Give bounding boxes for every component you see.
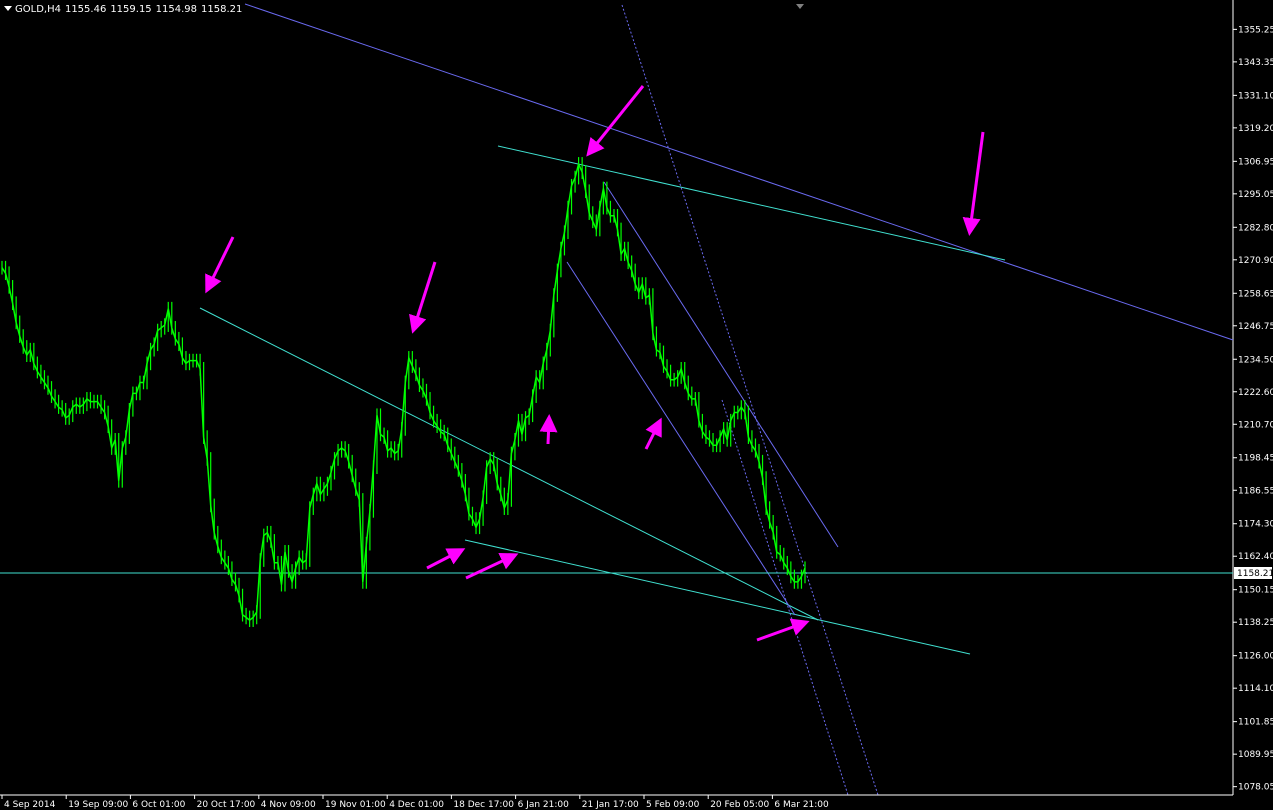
x-tick-label: 20 Oct 17:00 xyxy=(197,800,256,810)
x-tick-label: 20 Feb 05:00 xyxy=(710,800,769,810)
x-tick-label: 6 Oct 01:00 xyxy=(132,800,185,810)
y-tick-label: 1162.40 xyxy=(1238,552,1273,562)
menu-triangle-icon[interactable] xyxy=(4,6,12,11)
y-tick-label: 1258.65 xyxy=(1238,289,1273,299)
y-tick-label: 1101.85 xyxy=(1238,718,1273,728)
y-tick-label: 1331.10 xyxy=(1238,91,1273,101)
y-tick-label: 1282.80 xyxy=(1238,223,1273,233)
y-tick-label: 1234.50 xyxy=(1238,355,1273,365)
x-tick-label: 4 Sep 2014 xyxy=(4,800,56,810)
y-tick-label: 1306.95 xyxy=(1238,157,1273,167)
y-tick-label: 1186.55 xyxy=(1238,486,1273,496)
current-price-text: 1158.21 xyxy=(1237,569,1273,579)
y-tick-label: 1295.05 xyxy=(1238,190,1273,200)
y-tick-label: 1246.75 xyxy=(1238,322,1273,332)
y-tick-label: 1343.35 xyxy=(1238,58,1273,68)
x-tick-label: 18 Dec 17:00 xyxy=(453,800,514,810)
y-tick-label: 1210.70 xyxy=(1238,420,1273,430)
y-tick-label: 1078.05 xyxy=(1238,783,1273,793)
price-chart[interactable]: 1355.25 1343.35 1331.10 1319.20 1306.95 1295.… xyxy=(0,0,1273,810)
y-tick-label: 1270.90 xyxy=(1238,256,1273,266)
high-price: 1159.15 xyxy=(110,4,152,15)
y-tick-label: 1355.25 xyxy=(1238,25,1273,35)
y-tick-label: 1222.60 xyxy=(1238,388,1273,398)
current-price-label: 1158.21 xyxy=(1234,567,1273,579)
y-tick-label: 1174.30 xyxy=(1238,520,1273,530)
x-tick-label: 5 Feb 09:00 xyxy=(646,800,700,810)
x-tick-label: 4 Nov 09:00 xyxy=(261,800,316,810)
close-price: 1158.21 xyxy=(201,4,243,15)
y-tick-label: 1319.20 xyxy=(1238,124,1273,134)
open-price: 1155.46 xyxy=(64,4,107,15)
y-tick-label: 1150.15 xyxy=(1238,586,1273,596)
arrow-icon[interactable] xyxy=(539,414,558,445)
x-tick-label: 19 Nov 01:00 xyxy=(325,800,386,810)
y-tick-label: 1198.45 xyxy=(1238,454,1273,464)
x-tick-label: 4 Dec 01:00 xyxy=(389,800,444,810)
symbol-name: GOLD,H4 xyxy=(15,4,61,15)
low-price: 1154.98 xyxy=(155,4,198,15)
y-tick-label: 1089.95 xyxy=(1238,750,1273,760)
y-tick-label: 1126.00 xyxy=(1238,652,1273,662)
x-tick-label: 6 Jan 21:00 xyxy=(518,800,570,810)
x-tick-label: 6 Mar 21:00 xyxy=(774,800,829,810)
symbol-header: GOLD,H4 1155.46 1159.15 1154.98 1158.21 xyxy=(4,4,246,15)
y-tick-label: 1114.10 xyxy=(1238,684,1273,694)
x-tick-label: 19 Sep 09:00 xyxy=(68,800,128,810)
x-tick-label: 21 Jan 17:00 xyxy=(582,800,639,810)
y-tick-label: 1138.25 xyxy=(1238,618,1273,628)
